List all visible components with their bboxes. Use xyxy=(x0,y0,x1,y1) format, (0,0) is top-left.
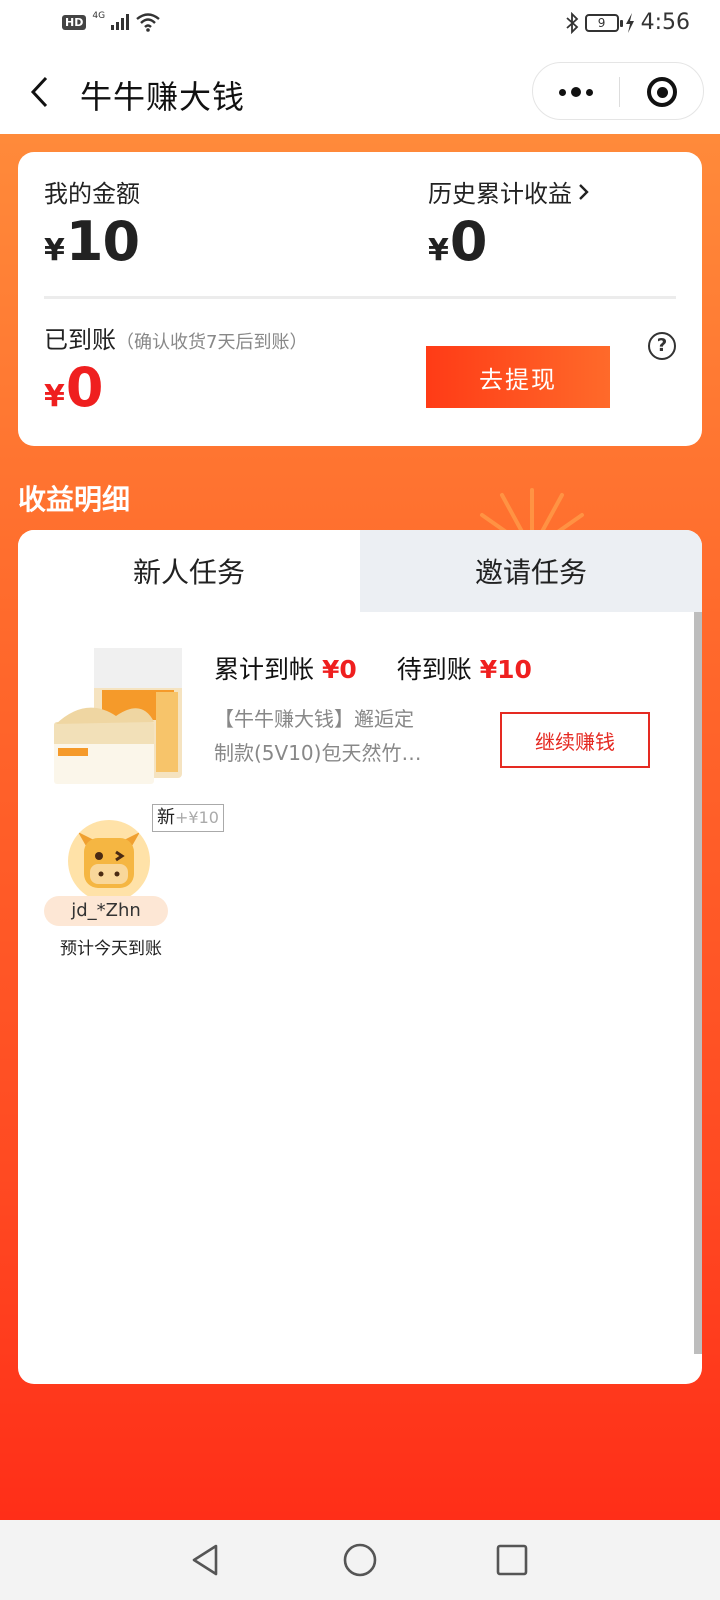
badge-new: 新 xyxy=(157,807,175,828)
arrived-amount-number: 0 xyxy=(65,356,104,419)
cumulative-label: 累计到帐 xyxy=(214,655,315,684)
currency-symbol: ¥ xyxy=(44,233,65,268)
battery-icon: 9 xyxy=(584,13,623,32)
network-type: 4G xyxy=(92,11,106,21)
card-divider xyxy=(44,296,676,299)
arrived-amount-value: ¥0 xyxy=(44,356,104,419)
question-circle-icon[interactable]: ? xyxy=(648,332,676,360)
history-amount-number: 0 xyxy=(449,210,488,273)
charging-icon xyxy=(625,12,634,33)
history-amount-value: ¥0 xyxy=(428,210,488,273)
product-tissue-image xyxy=(54,648,182,784)
my-amount-value: ¥10 xyxy=(44,210,140,273)
close-target-icon[interactable] xyxy=(619,63,705,121)
signal-icon xyxy=(111,14,130,30)
hd-indicator: HD xyxy=(62,14,87,30)
my-amount-label: 我的金额 xyxy=(44,180,140,208)
product-description: 【牛牛赚大钱】邂逅定 制款(5V10)包天然竹… xyxy=(214,702,454,770)
more-dots-icon[interactable] xyxy=(533,63,619,121)
withdraw-button[interactable]: 去提现 xyxy=(426,346,610,408)
balance-card: 我的金额 ¥10 历史累计收益 ¥0 已到账（确认收货7天后到账） ¥0 去提现… xyxy=(18,152,702,446)
currency-symbol: ¥ xyxy=(44,379,65,414)
cumulative-value: ¥0 xyxy=(321,655,357,684)
back-arrow-icon[interactable] xyxy=(26,72,56,112)
section-title: 收益明细 xyxy=(18,483,131,516)
arrived-row: 已到账（确认收货7天后到账） xyxy=(44,320,307,355)
tab-invite-tasks[interactable]: 邀请任务 xyxy=(360,530,702,612)
avatar xyxy=(68,820,150,902)
currency-symbol: ¥ xyxy=(428,233,449,268)
miniprogram-capsule xyxy=(532,62,704,120)
desc-line-1: 【牛牛赚大钱】邂逅定 xyxy=(214,707,414,731)
history-label: 历史累计收益 xyxy=(428,180,572,208)
page-title: 牛牛赚大钱 xyxy=(80,78,246,116)
pending-stat: 待到账 ¥10 xyxy=(397,650,532,686)
pending-value: ¥10 xyxy=(479,655,532,684)
earnings-detail-card: 新人任务 邀请任务 累计到帐 ¥0 待到账 ¥10 【牛牛赚大钱】邂逅定 制款(… xyxy=(18,530,702,1384)
arrived-hint: （确认收货7天后到账） xyxy=(116,332,308,353)
status-bar: HD 4G 9 4:56 xyxy=(0,0,720,50)
nav-home-icon[interactable] xyxy=(340,1540,380,1580)
invitee-eta: 预计今天到账 xyxy=(60,939,162,959)
cumulative-stat: 累计到帐 ¥0 xyxy=(214,650,357,686)
badge-reward: +¥10 xyxy=(175,808,219,827)
new-user-badge: 新+¥10 xyxy=(152,804,224,832)
pending-label: 待到账 xyxy=(396,655,472,684)
clock: 4:56 xyxy=(640,10,690,35)
wifi-icon xyxy=(136,13,160,32)
continue-earning-button[interactable]: 继续赚钱 xyxy=(500,712,650,768)
desc-line-2: 制款(5V10)包天然竹… xyxy=(214,741,422,765)
scrollbar[interactable] xyxy=(694,612,702,1354)
system-nav-bar xyxy=(0,1520,720,1600)
tab-newcomer-tasks[interactable]: 新人任务 xyxy=(18,530,360,612)
chevron-right-icon xyxy=(579,183,589,200)
invitee-username: jd_*Zhn xyxy=(44,896,168,926)
nav-recents-icon[interactable] xyxy=(492,1540,532,1580)
arrived-label: 已到账 xyxy=(44,326,116,354)
nav-back-icon[interactable] xyxy=(186,1540,226,1580)
status-right: 9 4:56 xyxy=(565,10,690,35)
cow-mascot-icon xyxy=(78,832,140,888)
page-header: 牛牛赚大钱 xyxy=(0,50,720,134)
task-stats: 累计到帐 ¥0 待到账 ¥10 xyxy=(214,650,532,686)
my-amount-number: 10 xyxy=(65,210,140,273)
status-left: HD 4G xyxy=(62,11,161,32)
history-earnings-link[interactable]: 历史累计收益 xyxy=(428,174,590,209)
bluetooth-icon xyxy=(565,11,578,34)
